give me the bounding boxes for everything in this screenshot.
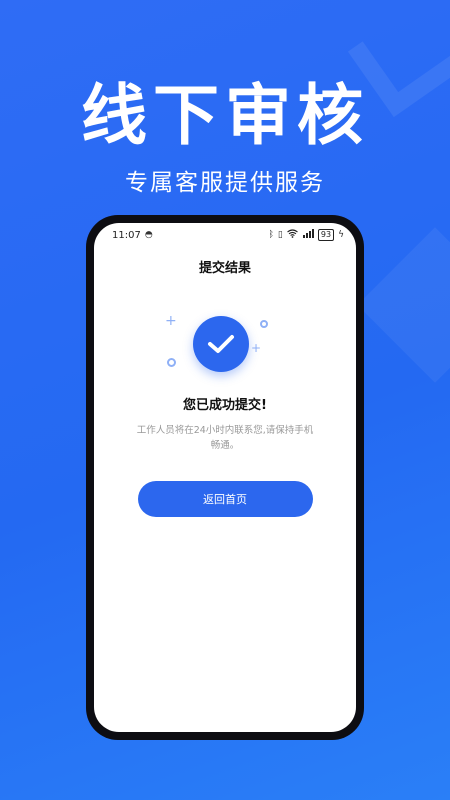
vibrate-icon: ▯ <box>277 230 283 240</box>
background-decoration <box>357 227 450 383</box>
phone-frame: 11:07 ◓ ᛒ ▯ 93 ϟ 提交结果 + + 您已成功提交! 工作人员将在… <box>86 215 364 740</box>
circle-icon <box>167 358 176 367</box>
success-illustration: + + <box>165 313 285 386</box>
phone-screen: 11:07 ◓ ᛒ ▯ 93 ϟ 提交结果 + + 您已成功提交! 工作人员将在… <box>94 223 356 732</box>
return-home-button[interactable]: 返回首页 <box>137 481 313 517</box>
success-check-icon <box>193 316 249 372</box>
circle-icon <box>260 320 268 328</box>
charging-icon: ϟ <box>338 230 344 240</box>
status-time: 11:07 <box>112 229 141 241</box>
hero-title: 线下审核 <box>81 77 369 154</box>
success-description: 工作人员将在24小时内联系您,请保持手机畅通。 <box>136 425 314 451</box>
plus-icon: + <box>251 341 262 355</box>
signal-4g-icon <box>302 229 314 241</box>
success-title: 您已成功提交! <box>183 398 267 413</box>
app-notification-icon: ◓ <box>144 230 153 240</box>
hero-subtitle: 专属客服提供服务 <box>125 170 325 196</box>
bluetooth-icon: ᛒ <box>268 230 274 240</box>
battery-icon: 93 <box>317 229 335 241</box>
status-bar: 11:07 ◓ ᛒ ▯ 93 ϟ <box>94 223 356 247</box>
page-title: 提交结果 <box>198 261 251 276</box>
plus-icon: + <box>165 313 177 329</box>
wifi-icon <box>287 229 298 241</box>
